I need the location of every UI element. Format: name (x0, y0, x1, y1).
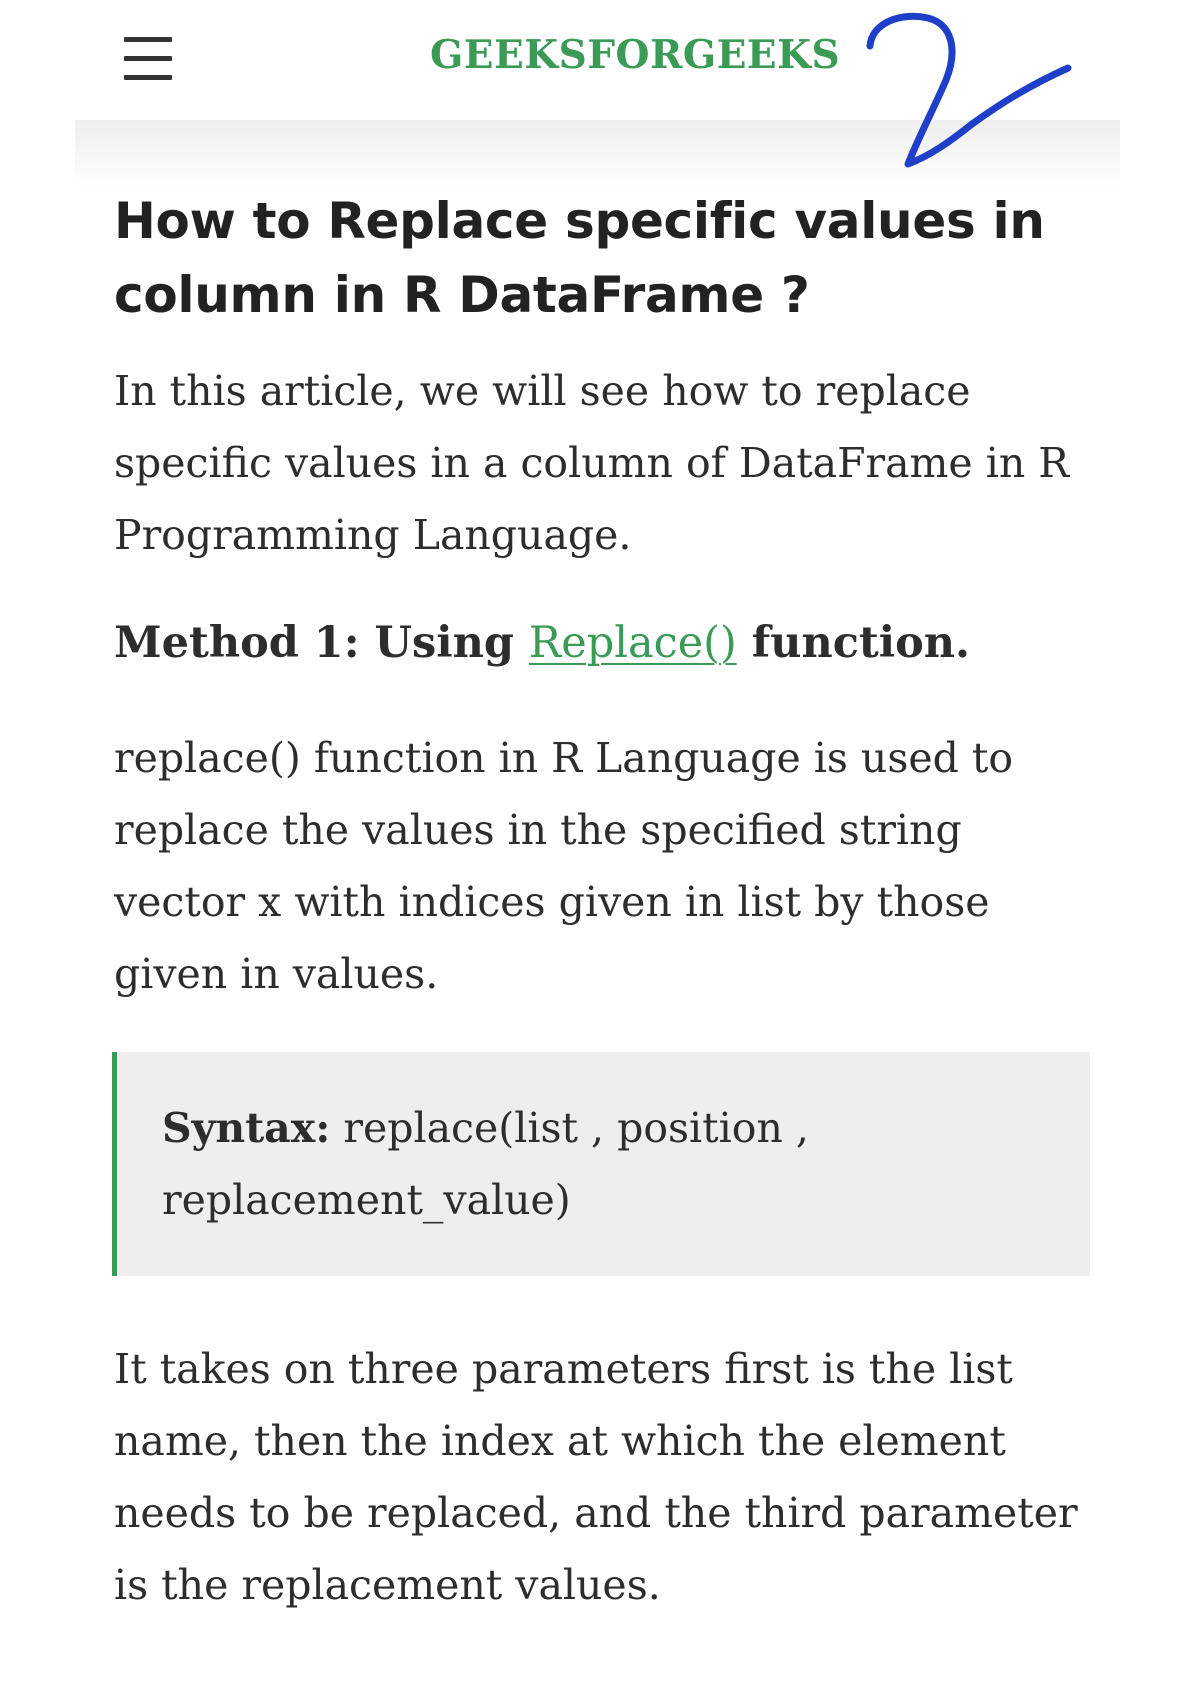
syntax-blockquote: Syntax: replace(list , position , replac… (112, 1052, 1090, 1276)
replace-function-link[interactable]: Replace() (529, 618, 737, 668)
replace-description-paragraph: replace() function in R Language is used… (114, 734, 1014, 998)
syntax-label: Syntax: (162, 1104, 331, 1152)
article-title: How to Replace specific values in column… (114, 192, 1045, 324)
intro-paragraph: In this article, we will see how to repl… (114, 367, 1070, 559)
handwritten-number-annotation (866, 12, 1072, 168)
method-heading-suffix: function. (736, 618, 971, 668)
site-logo[interactable]: GEEKSFORGEEKS (430, 32, 840, 78)
method-heading: Method 1: Using Replace() function. (114, 613, 970, 673)
syntax-text: Syntax: replace(list , position , replac… (162, 1092, 1042, 1236)
parameters-paragraph: It takes on three parameters first is th… (114, 1345, 1078, 1609)
method-heading-prefix: Method 1: Using (114, 618, 529, 668)
hamburger-menu-icon[interactable] (124, 37, 172, 81)
